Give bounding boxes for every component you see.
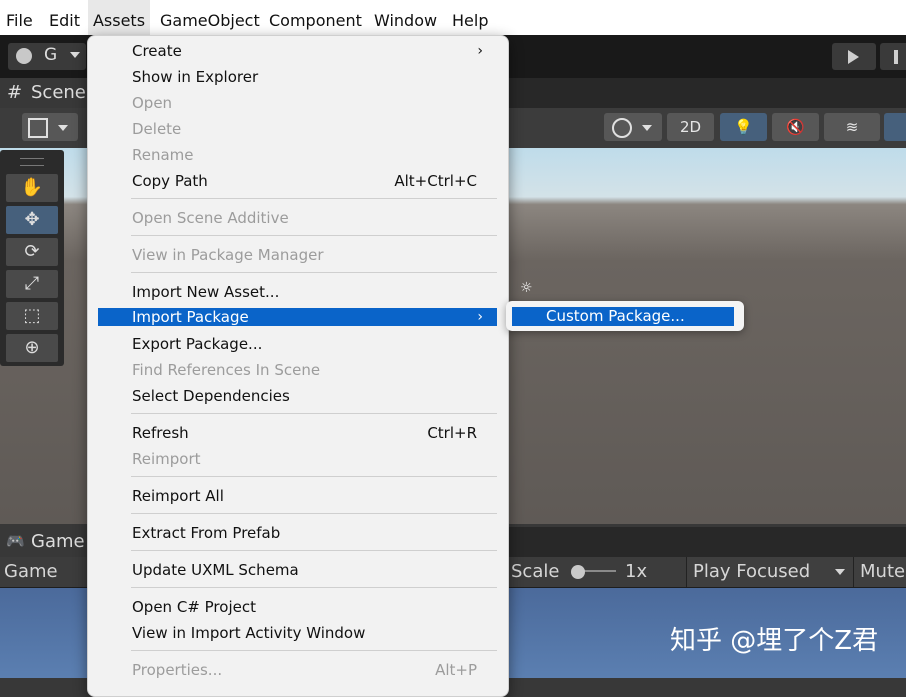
scale-tool[interactable]: ⤢: [6, 270, 58, 298]
audio-toggle[interactable]: 🔇: [772, 113, 819, 141]
sphere-icon: [612, 118, 632, 138]
menu-item-export-package[interactable]: Export Package...: [98, 331, 497, 357]
menu-item-properties: Properties... Alt+P: [98, 657, 497, 683]
account-dropdown[interactable]: G: [8, 43, 86, 70]
draw-mode-dropdown[interactable]: [22, 113, 78, 141]
play-button[interactable]: [832, 43, 876, 70]
play-mode-dropdown[interactable]: Play Focused: [686, 557, 853, 587]
menu-item-view-import-activity[interactable]: View in Import Activity Window: [98, 620, 497, 646]
mute-button[interactable]: Mute: [853, 557, 906, 587]
menu-item-find-references: Find References In Scene: [132, 361, 321, 379]
transform-tool[interactable]: ⊕: [6, 334, 58, 362]
rect-tool[interactable]: ⬚: [6, 302, 58, 330]
menu-item-rename: Rename: [132, 146, 194, 164]
lighting-toggle[interactable]: 💡: [720, 113, 767, 141]
import-package-submenu: Custom Package...: [506, 301, 744, 331]
scale-label: Scale: [511, 561, 560, 582]
hash-icon: #: [7, 82, 23, 103]
menu-item-open: Open: [132, 94, 173, 112]
display-dropdown[interactable]: Game: [4, 557, 58, 587]
mute-icon: 🔇: [786, 118, 805, 136]
menu-item-create[interactable]: Create ›: [98, 38, 497, 64]
menu-edit[interactable]: Edit: [49, 0, 80, 35]
menu-item-reimport-all[interactable]: Reimport All: [98, 483, 497, 509]
menu-assets[interactable]: Assets: [88, 0, 150, 35]
menu-item-extract-from-prefab[interactable]: Extract From Prefab: [98, 520, 497, 546]
menu-item-refresh[interactable]: Refresh Ctrl+R: [98, 420, 497, 446]
gizmos-button[interactable]: [884, 113, 906, 141]
tab-scene[interactable]: # Scene: [0, 78, 88, 108]
shading-dropdown[interactable]: [604, 113, 662, 141]
transform-tools-panel: ✋ ✥ ⟳ ⤢ ⬚ ⊕: [0, 150, 64, 366]
assets-menu: Create › Show in Explorer Open Delete Ren…: [87, 35, 509, 697]
move-tool[interactable]: ✥: [6, 206, 58, 234]
move-icon: ✥: [24, 209, 40, 230]
chevron-right-icon: ›: [477, 43, 483, 59]
menu-item-copy-path[interactable]: Copy Path Alt+Ctrl+C: [98, 168, 497, 194]
menu-divider: [131, 476, 497, 477]
hand-icon: ✋: [20, 177, 44, 198]
menu-window[interactable]: Window: [374, 0, 437, 35]
scale-value: 1x: [625, 561, 648, 582]
pause-button[interactable]: [880, 43, 906, 70]
effects-dropdown[interactable]: ≋: [824, 113, 880, 141]
tab-scene-label: Scene: [31, 82, 86, 103]
chevron-down-icon: [642, 125, 652, 131]
rotate-icon: ⟳: [24, 241, 40, 262]
play-icon: [848, 50, 859, 64]
layers-icon: ≋: [845, 118, 859, 136]
menu-item-select-dependencies[interactable]: Select Dependencies: [98, 383, 497, 409]
menu-item-update-uxml-schema[interactable]: Update UXML Schema: [98, 557, 497, 583]
menu-item-import-new-asset[interactable]: Import New Asset...: [98, 279, 497, 305]
shortcut: Alt+Ctrl+C: [394, 172, 477, 190]
menu-divider: [131, 650, 497, 651]
menu-divider: [131, 550, 497, 551]
transform-icon: ⊕: [24, 337, 40, 358]
menu-item-view-in-package-manager: View in Package Manager: [132, 246, 324, 264]
tab-game-label: Game: [31, 531, 85, 552]
shortcut: Alt+P: [435, 661, 477, 679]
menu-bar: File Edit Assets GameObject Component Wi…: [0, 0, 906, 35]
menu-divider: [131, 413, 497, 414]
play-mode-label: Play Focused: [693, 561, 811, 582]
menu-item-show-in-explorer[interactable]: Show in Explorer: [98, 64, 497, 90]
gamepad-icon: 🎮: [6, 532, 25, 550]
menu-item-open-csharp-project[interactable]: Open C# Project: [98, 594, 497, 620]
mute-label: Mute: [860, 561, 906, 582]
lightbulb-icon: 💡: [734, 118, 753, 136]
menu-divider: [131, 235, 497, 236]
account-icon: [16, 48, 32, 64]
chevron-right-icon: ›: [477, 309, 483, 325]
menu-divider: [131, 587, 497, 588]
menu-divider: [131, 513, 497, 514]
draw-mode-icon: [28, 118, 48, 138]
account-label: G: [44, 45, 58, 65]
chevron-down-icon: [835, 569, 845, 575]
menu-file[interactable]: File: [6, 0, 33, 35]
hand-tool[interactable]: ✋: [6, 174, 58, 202]
pause-icon: [894, 50, 898, 64]
light-gizmo-icon[interactable]: ☼: [520, 280, 533, 296]
menu-item-reimport: Reimport: [132, 450, 201, 468]
rotate-tool[interactable]: ⟳: [6, 238, 58, 266]
menu-divider: [131, 272, 497, 273]
menu-item-delete: Delete: [132, 120, 182, 138]
rect-icon: ⬚: [23, 305, 41, 326]
menu-component[interactable]: Component: [269, 0, 362, 35]
menu-help[interactable]: Help: [452, 0, 488, 35]
scale-icon: ⤢: [24, 273, 40, 294]
menu-item-custom-package[interactable]: Custom Package...: [512, 307, 734, 326]
menu-gameobject[interactable]: GameObject: [160, 0, 260, 35]
chevron-down-icon: [70, 52, 80, 58]
menu-item-import-package[interactable]: Import Package ›: [98, 308, 497, 326]
tab-game[interactable]: 🎮 Game: [0, 527, 88, 557]
watermark: 知乎 @埋了个Z君: [670, 626, 879, 656]
toggle-2d-button[interactable]: 2D: [667, 113, 714, 141]
menu-divider: [131, 198, 497, 199]
drag-handle[interactable]: [20, 158, 44, 166]
scale-slider-thumb[interactable]: [571, 565, 585, 579]
menu-item-open-scene-additive: Open Scene Additive: [132, 209, 289, 227]
shortcut: Ctrl+R: [427, 424, 477, 442]
chevron-down-icon: [58, 125, 68, 131]
